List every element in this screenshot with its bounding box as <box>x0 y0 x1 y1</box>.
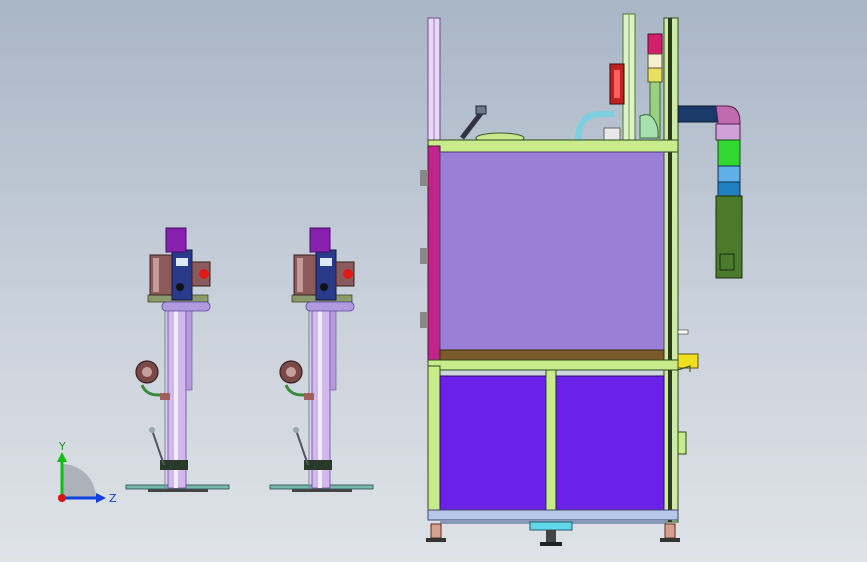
clamp-block <box>304 460 332 470</box>
cabinet-machine[interactable] <box>420 13 743 546</box>
base-foot <box>148 489 208 492</box>
valve-block <box>315 249 337 301</box>
lever-arm <box>151 429 165 466</box>
valve-block <box>171 249 193 301</box>
triad-quadrant <box>62 464 96 498</box>
duct-blue-section <box>717 181 741 197</box>
stack-light-white <box>647 53 663 69</box>
caster-plate <box>529 521 573 531</box>
lever-arm <box>295 429 309 466</box>
base-rail <box>427 509 679 521</box>
stand-assembly-left[interactable] <box>125 227 230 492</box>
caster <box>546 530 556 542</box>
pump-highlight <box>297 258 303 292</box>
middle-frame-rail <box>427 359 679 371</box>
top-cap <box>165 227 187 253</box>
guide-rod <box>185 309 193 391</box>
leveling-foot <box>430 523 442 539</box>
fitting <box>160 393 170 400</box>
leveling-foot <box>664 523 676 539</box>
upper-panel <box>439 151 665 353</box>
caster-pad <box>540 542 562 546</box>
center-mullion <box>545 369 557 513</box>
foot-pad <box>660 538 680 542</box>
handle-grip <box>475 105 487 115</box>
middle-rail <box>439 349 665 361</box>
duct-green-section <box>717 139 741 167</box>
cross-pipe <box>161 301 211 312</box>
cad-viewport[interactable]: Y Z <box>0 0 867 562</box>
stack-light-red <box>647 33 663 55</box>
y-axis-label: Y <box>58 440 66 453</box>
hinge <box>420 312 428 328</box>
yellow-box <box>677 353 699 369</box>
stand-assembly-right[interactable] <box>269 227 374 492</box>
top-frame-rail <box>427 139 679 153</box>
duct-collar <box>715 123 741 141</box>
rotary-highlight <box>614 70 620 98</box>
cross-pipe <box>305 301 355 312</box>
y-axis-head <box>57 452 67 462</box>
gauge-face <box>142 367 152 377</box>
pump-highlight <box>153 258 159 292</box>
hinge <box>420 248 428 264</box>
side-tab <box>677 329 689 335</box>
lever-knob <box>293 427 299 433</box>
handle-bar <box>460 110 484 140</box>
side-handle <box>677 431 687 455</box>
coordinate-triad: Y Z <box>57 440 117 505</box>
left-column-upper <box>427 145 441 365</box>
base-foot <box>292 489 352 492</box>
gauge-face <box>286 367 296 377</box>
fitting <box>304 393 314 400</box>
post-slot <box>668 18 672 522</box>
valve-label <box>176 258 188 266</box>
z-axis-label: Z <box>109 492 117 505</box>
lever-knob <box>149 427 155 433</box>
valve-port <box>176 283 184 291</box>
lower-panel-left <box>439 375 547 511</box>
lower-panel-right <box>555 375 665 511</box>
hinge <box>420 170 428 186</box>
duct-blue-ring <box>717 165 741 183</box>
red-indicator <box>343 269 353 279</box>
guide-rod <box>329 309 337 391</box>
red-indicator <box>199 269 209 279</box>
top-cap <box>309 227 331 253</box>
x-axis-dot <box>58 494 66 502</box>
left-column-lower <box>427 365 441 517</box>
valve-label <box>320 258 332 266</box>
clamp-block <box>160 460 188 470</box>
cad-scene[interactable] <box>0 0 867 562</box>
valve-port <box>320 283 328 291</box>
z-axis-head <box>96 493 106 503</box>
stack-light-yellow <box>647 67 663 83</box>
foot-pad <box>426 538 446 542</box>
duct-horizontal <box>677 105 719 123</box>
